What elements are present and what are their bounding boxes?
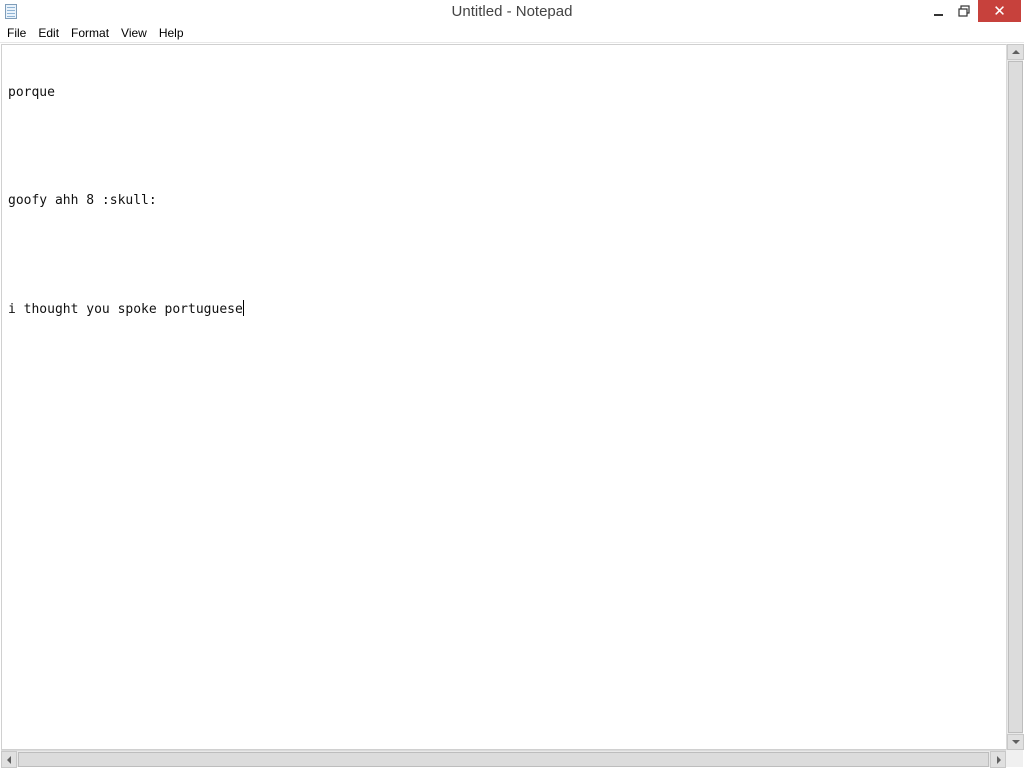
arrow-right-icon (997, 756, 1001, 764)
menu-format[interactable]: Format (65, 23, 115, 43)
editor-line-5-text: i thought you spoke portuguese (8, 302, 243, 317)
horizontal-scroll-thumb[interactable] (18, 752, 989, 767)
scrollbar-corner (1006, 750, 1023, 767)
scroll-right-button[interactable] (990, 751, 1006, 768)
vertical-scrollbar[interactable] (1006, 44, 1024, 750)
minimize-icon (933, 13, 943, 16)
scroll-up-button[interactable] (1007, 44, 1024, 60)
text-caret (242, 300, 244, 316)
restore-icon (958, 5, 970, 17)
editor-line-1: porque (8, 85, 55, 100)
menu-help[interactable]: Help (153, 23, 190, 43)
arrow-up-icon (1012, 50, 1020, 54)
editor-line-2: ​ (8, 138, 244, 156)
editor-content[interactable]: porque ​ goofy ahh 8 :skull: ​ i thought… (8, 48, 244, 355)
horizontal-scrollbar[interactable] (1, 750, 1006, 768)
restore-button[interactable] (951, 0, 977, 22)
arrow-down-icon (1012, 740, 1020, 744)
scroll-down-button[interactable] (1007, 734, 1024, 750)
editor-line-4: ​ (8, 246, 244, 264)
menu-edit[interactable]: Edit (32, 23, 65, 43)
window-title: Untitled - Notepad (451, 3, 573, 20)
editor-line-3: goofy ahh 8 :skull: (8, 193, 157, 208)
vertical-scroll-thumb[interactable] (1008, 61, 1023, 733)
text-editor[interactable]: porque ​ goofy ahh 8 :skull: ​ i thought… (1, 44, 1006, 750)
menu-view[interactable]: View (115, 23, 153, 43)
scroll-left-button[interactable] (1, 751, 17, 768)
close-button[interactable]: ✕ (978, 0, 1021, 22)
menu-file[interactable]: File (0, 23, 32, 43)
title-bar[interactable]: Untitled - Notepad ✕ (0, 0, 1024, 23)
notepad-window: Untitled - Notepad ✕ File Edit Format Vi… (0, 0, 1024, 768)
menu-bar: File Edit Format View Help (0, 23, 1024, 43)
editor-line-5: i thought you spoke portuguese (8, 300, 244, 319)
minimize-button[interactable] (925, 0, 951, 22)
close-icon: ✕ (993, 2, 1006, 20)
arrow-left-icon (7, 756, 11, 764)
